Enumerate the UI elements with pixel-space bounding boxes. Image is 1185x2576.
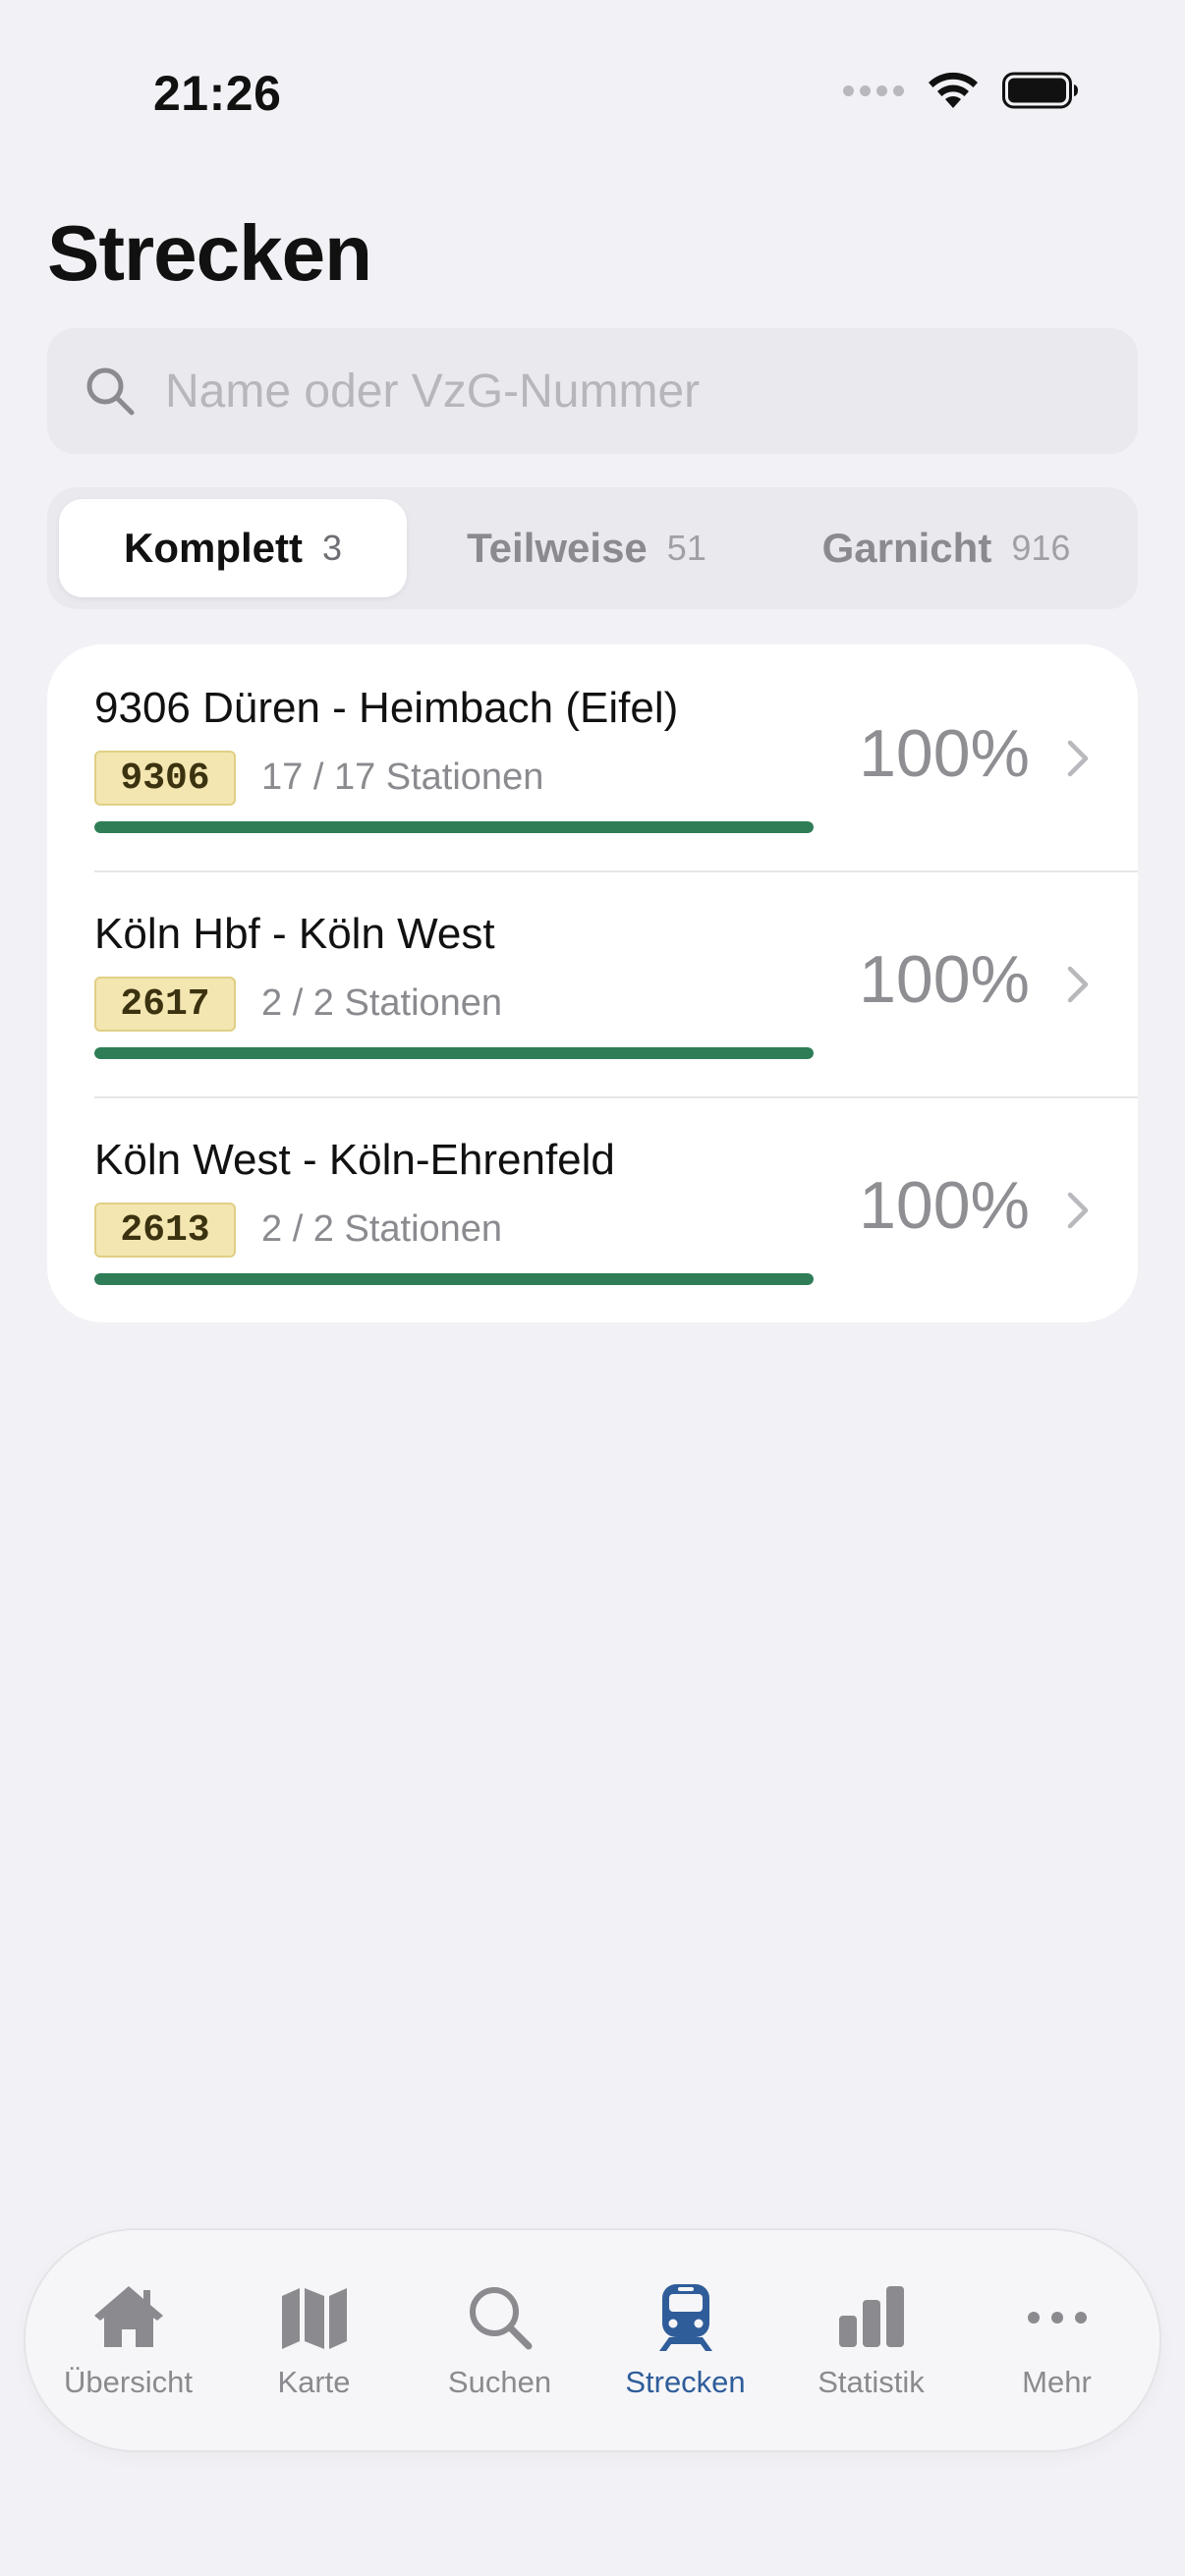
- cellular-signal-icon: [843, 84, 904, 96]
- tab-bar: Übersicht Karte Suchen Strecken Statisti…: [26, 2230, 1159, 2450]
- status-indicators: [843, 71, 1079, 110]
- ellipsis-icon: [1027, 2312, 1087, 2324]
- route-percent: 100%: [859, 942, 1030, 1017]
- search-bar[interactable]: [47, 328, 1138, 454]
- route-progress-bar: [94, 1273, 814, 1285]
- route-number-badge: 2617: [94, 977, 236, 1032]
- tab-label: Mehr: [1022, 2365, 1092, 2399]
- route-progress-bar: [94, 821, 814, 833]
- bar-chart-icon: [838, 2286, 904, 2347]
- tab-suchen[interactable]: Suchen: [407, 2280, 592, 2400]
- tab-label: Strecken: [625, 2365, 746, 2399]
- search-icon: [86, 367, 135, 416]
- route-number-badge: 2613: [94, 1203, 236, 1258]
- route-stations: 17 / 17 Stationen: [261, 756, 544, 798]
- route-percent: 100%: [859, 1168, 1030, 1243]
- chevron-right-icon: [1067, 740, 1089, 777]
- route-row[interactable]: 9306 Düren - Heimbach (Eifel) 9306 17 / …: [47, 644, 1138, 870]
- tab-mehr[interactable]: Mehr: [964, 2280, 1150, 2400]
- route-title: Köln Hbf - Köln West: [94, 910, 495, 958]
- tab-uebersicht[interactable]: Übersicht: [35, 2280, 221, 2400]
- status-time: 21:26: [153, 66, 282, 121]
- search-input[interactable]: [165, 364, 1049, 419]
- tab-label: Übersicht: [64, 2365, 193, 2399]
- segment-count: 916: [1011, 528, 1071, 568]
- tab-label: Statistik: [818, 2365, 925, 2399]
- tab-label: Suchen: [447, 2365, 552, 2399]
- map-icon: [281, 2288, 347, 2349]
- route-progress-fill: [94, 1273, 814, 1285]
- segment-teilweise[interactable]: Teilweise 51: [407, 499, 766, 597]
- route-title: 9306 Düren - Heimbach (Eifel): [94, 684, 679, 732]
- route-stations: 2 / 2 Stationen: [261, 1208, 503, 1250]
- search-icon: [469, 2287, 532, 2350]
- segment-garnicht[interactable]: Garnicht 916: [766, 499, 1126, 597]
- chevron-right-icon: [1067, 966, 1089, 1003]
- route-stations: 2 / 2 Stationen: [261, 982, 503, 1024]
- wifi-icon: [929, 72, 978, 108]
- train-icon: [658, 2284, 712, 2351]
- segment-count: 3: [321, 528, 343, 568]
- segment-label: Teilweise: [467, 525, 648, 571]
- route-progress-fill: [94, 821, 814, 833]
- page-title: Strecken: [47, 209, 372, 297]
- route-row[interactable]: Köln West - Köln-Ehrenfeld 2613 2 / 2 St…: [47, 1096, 1138, 1322]
- route-progress-bar: [94, 1047, 814, 1059]
- route-list: 9306 Düren - Heimbach (Eifel) 9306 17 / …: [47, 644, 1138, 1322]
- tab-label: Karte: [277, 2365, 351, 2399]
- segment-count: 51: [666, 528, 706, 568]
- tab-statistik[interactable]: Statistik: [778, 2280, 964, 2400]
- segment-label: Garnicht: [821, 525, 992, 571]
- battery-icon: [1002, 72, 1078, 109]
- house-icon: [93, 2286, 163, 2347]
- route-percent: 100%: [859, 716, 1030, 791]
- segment-komplett[interactable]: Komplett 3: [59, 499, 407, 597]
- tab-strecken[interactable]: Strecken: [592, 2280, 778, 2400]
- segment-label: Komplett: [123, 525, 303, 571]
- chevron-right-icon: [1067, 1192, 1089, 1229]
- route-title: Köln West - Köln-Ehrenfeld: [94, 1136, 615, 1184]
- tab-karte[interactable]: Karte: [221, 2280, 407, 2400]
- screen: 21:26 Strecken Komplett 3 Teil: [0, 0, 1185, 2576]
- route-progress-fill: [94, 1047, 814, 1059]
- filter-segmented-control: Komplett 3 Teilweise 51 Garnicht 916: [47, 487, 1138, 609]
- route-row[interactable]: Köln Hbf - Köln West 2617 2 / 2 Statione…: [47, 870, 1138, 1096]
- route-number-badge: 9306: [94, 751, 236, 806]
